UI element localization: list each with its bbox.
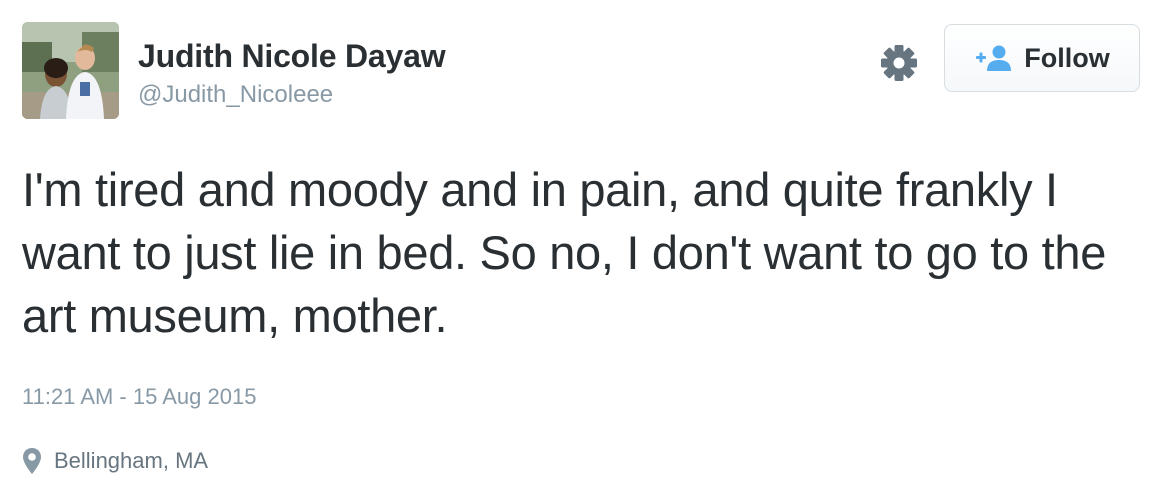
author-avatar[interactable] <box>22 22 119 119</box>
tweet-text: I'm tired and moody and in pain, and qui… <box>22 163 1107 342</box>
tweet-timestamp[interactable]: 11:21 AM - 15 Aug 2015 <box>22 384 256 410</box>
tweet-card: Judith Nicole Dayaw @Judith_Nicoleee Fol… <box>0 0 1164 494</box>
gear-icon <box>881 45 917 81</box>
add-user-icon <box>976 45 1012 71</box>
tweet-location[interactable]: Bellingham, MA <box>22 447 208 475</box>
follow-button-label: Follow <box>1024 42 1110 73</box>
author-display-name[interactable]: Judith Nicole Dayaw <box>138 38 446 75</box>
settings-button[interactable] <box>878 42 920 84</box>
location-label: Bellingham, MA <box>54 448 209 473</box>
author-handle[interactable]: @Judith_Nicoleee <box>138 81 333 109</box>
avatar-photo-icon <box>22 22 119 119</box>
follow-button[interactable]: Follow <box>944 24 1140 92</box>
map-pin-icon <box>23 448 41 474</box>
